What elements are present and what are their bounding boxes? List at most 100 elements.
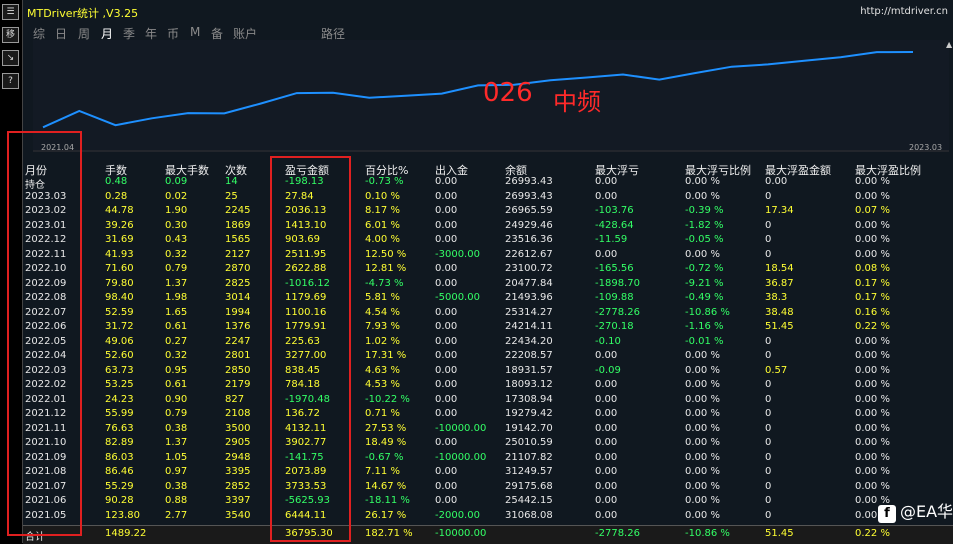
table-row[interactable]: 持仓 0.48 0.09 14 -198.13 -0.73 % 0.00 26993.43 0.… bbox=[23, 176, 953, 191]
title-bar: MTDriver统计 ,V3.25 http://mtdriver.cn bbox=[23, 0, 953, 22]
table-cell: 24.23 bbox=[105, 393, 134, 405]
table-cell: 0.16 % bbox=[855, 306, 890, 318]
table-cell: -2778.26 bbox=[595, 306, 640, 318]
table-cell: 25314.27 bbox=[505, 306, 553, 318]
table-row[interactable]: 2021.08 86.46 0.97 3395 2073.89 7.11 % 0.00 312… bbox=[23, 466, 953, 481]
table-cell: 0.00 bbox=[595, 176, 618, 187]
total-cell: -10.86 % bbox=[685, 528, 730, 539]
table-cell: 0.27 bbox=[165, 335, 188, 347]
table-cell: 38.48 bbox=[765, 306, 794, 318]
table-cell: 2108 bbox=[225, 408, 251, 419]
tab-7[interactable]: M bbox=[190, 25, 200, 39]
table-cell: 18.54 bbox=[765, 263, 794, 274]
table-cell: 0.00 % bbox=[685, 480, 720, 492]
table-cell: 0.00 bbox=[595, 437, 618, 448]
total-cell: 0.22 % bbox=[855, 528, 890, 539]
table-cell: 0.00 % bbox=[685, 248, 720, 260]
table-cell: 2870 bbox=[225, 263, 251, 274]
table-cell: 26993.43 bbox=[505, 176, 553, 187]
table-cell: 0.48 bbox=[105, 176, 128, 187]
table-cell: 827 bbox=[225, 393, 245, 405]
table-cell: 24929.46 bbox=[505, 219, 553, 231]
balance-series-line bbox=[42, 51, 914, 129]
table-cell: 0.00 % bbox=[855, 176, 890, 187]
table-row[interactable]: 2022.05 49.06 0.27 2247 225.63 1.02 % 0.00 2243… bbox=[23, 336, 953, 351]
table-cell: 44.78 bbox=[105, 205, 134, 216]
table-cell: 0.00 bbox=[435, 263, 458, 274]
table-cell: 0.00 % bbox=[685, 379, 720, 390]
table-row[interactable]: 2022.06 31.72 0.61 1376 1779.91 7.93 % 0.00 242… bbox=[23, 321, 953, 336]
table-cell: 18.49 % bbox=[365, 437, 407, 448]
table-cell: 63.73 bbox=[105, 364, 134, 376]
table-row[interactable]: 2021.09 86.03 1.05 2948 -141.75 -0.67 % -10000… bbox=[23, 452, 953, 467]
period-tabs: 综日周月季年币 M 备账户 路径 bbox=[33, 25, 433, 43]
total-cell: -10000.00 bbox=[435, 528, 487, 539]
sidebar-button-3[interactable]: ? bbox=[2, 73, 19, 89]
table-row[interactable]: 2022.03 63.73 0.95 2850 838.45 4.63 % 0.00 1893… bbox=[23, 365, 953, 380]
table-cell: 7.93 % bbox=[365, 321, 400, 332]
table-cell: -0.67 % bbox=[365, 451, 404, 463]
table-row[interactable]: 2022.09 79.80 1.37 2825 -1016.12 -4.73 % 0.00 2… bbox=[23, 278, 953, 293]
table-cell: 2127 bbox=[225, 248, 251, 260]
table-cell: -10.86 % bbox=[685, 306, 730, 318]
table-cell: 4.54 % bbox=[365, 306, 400, 318]
table-cell: 49.06 bbox=[105, 335, 134, 347]
table-cell: 0.30 bbox=[165, 219, 188, 231]
table-cell: 21493.96 bbox=[505, 292, 553, 303]
table-row[interactable]: 2022.10 71.60 0.79 2870 2622.88 12.81 % 0.00 23… bbox=[23, 263, 953, 278]
table-row[interactable]: 2023.03 0.28 0.02 25 27.84 0.10 % 0.00 26993.43… bbox=[23, 191, 953, 206]
table-cell: 0 bbox=[765, 495, 772, 506]
table-row[interactable]: 2022.02 53.25 0.61 2179 784.18 4.53 % 0.00 1809… bbox=[23, 379, 953, 394]
table-row[interactable]: 2022.08 98.40 1.98 3014 1179.69 5.81 % -5000.0… bbox=[23, 292, 953, 307]
website-link[interactable]: http://mtdriver.cn bbox=[860, 6, 948, 17]
table-cell: 0 bbox=[765, 509, 772, 521]
table-row[interactable]: 2021.06 90.28 0.88 3397 -5625.93 -18.11 % 0.00… bbox=[23, 495, 953, 510]
table-row[interactable]: 2021.10 82.89 1.37 2905 3902.77 18.49 % 0.00 25… bbox=[23, 437, 953, 452]
table-cell: 0 bbox=[765, 437, 772, 448]
table-cell: 31.69 bbox=[105, 234, 134, 245]
table-cell: 0 bbox=[765, 480, 772, 492]
table-row[interactable]: 2022.11 41.93 0.32 2127 2511.95 12.50 % -3000.… bbox=[23, 249, 953, 264]
table-cell: 25442.15 bbox=[505, 495, 553, 506]
sidebar-button-1[interactable]: 移 bbox=[2, 27, 19, 43]
sidebar-button-0[interactable]: ☰ bbox=[2, 4, 19, 20]
table-cell: 0.00 bbox=[435, 408, 458, 419]
table-row[interactable]: 2022.12 31.69 0.43 1565 903.69 4.00 % 0.00 2351… bbox=[23, 234, 953, 249]
table-row[interactable]: 2021.12 55.99 0.79 2108 136.72 0.71 % 0.00 1927… bbox=[23, 408, 953, 423]
table-cell: 0.00 bbox=[595, 379, 618, 390]
table-cell: 17308.94 bbox=[505, 393, 553, 405]
table-cell: 18093.12 bbox=[505, 379, 553, 390]
table-cell: 1.37 bbox=[165, 437, 188, 448]
table-cell: -4.73 % bbox=[365, 277, 404, 289]
table-cell: -165.56 bbox=[595, 263, 634, 274]
table-row[interactable]: 2023.01 39.26 0.30 1869 1413.10 6.01 % 0.00 249… bbox=[23, 220, 953, 235]
table-row[interactable]: 2021.11 76.63 0.38 3500 4132.11 27.53 % -10000… bbox=[23, 423, 953, 438]
table-cell: 24214.11 bbox=[505, 321, 553, 332]
total-cell: 51.45 bbox=[765, 528, 794, 539]
table-cell: 0 bbox=[765, 408, 772, 419]
sidebar-button-2[interactable]: ↘ bbox=[2, 50, 19, 66]
table-cell: 1.02 % bbox=[365, 335, 400, 347]
table-cell: 36.87 bbox=[765, 277, 794, 289]
table-cell: 0.38 bbox=[165, 480, 188, 492]
table-cell: -9.21 % bbox=[685, 277, 724, 289]
table-row[interactable]: 2022.04 52.60 0.32 2801 3277.00 17.31 % 0.00 22… bbox=[23, 350, 953, 365]
table-cell: 0.00 bbox=[765, 176, 788, 187]
table-row[interactable]: 2021.07 55.29 0.38 2852 3733.53 14.67 % 0.00 29… bbox=[23, 481, 953, 496]
table-cell: 0.00 bbox=[435, 176, 458, 187]
table-cell: 22612.67 bbox=[505, 248, 553, 260]
table-cell: 0.00 % bbox=[855, 248, 890, 260]
table-cell: 17.31 % bbox=[365, 350, 407, 361]
table-row[interactable]: 2021.05 123.80 2.77 3540 6444.11 26.17 % -2000… bbox=[23, 510, 953, 525]
table-cell: 31249.57 bbox=[505, 466, 553, 477]
table-cell: 25010.59 bbox=[505, 437, 553, 448]
chart-scroll-arrow-icon[interactable]: ▲ bbox=[946, 40, 952, 49]
table-row[interactable]: 2023.02 44.78 1.90 2245 2036.13 8.17 % 0.00 269… bbox=[23, 205, 953, 220]
table-cell: 3397 bbox=[225, 495, 251, 506]
table-row[interactable]: 2022.01 24.23 0.90 827 -1970.48 -10.22 % 0.00 1… bbox=[23, 394, 953, 409]
table-cell: 0.00 bbox=[435, 364, 458, 376]
table-cell: 0.07 % bbox=[855, 205, 890, 216]
table-row[interactable]: 2022.07 52.59 1.65 1994 1100.16 4.54 % 0.00 253… bbox=[23, 307, 953, 322]
table-cell: -0.01 % bbox=[685, 335, 724, 347]
table-cell: 0.09 bbox=[165, 176, 188, 187]
